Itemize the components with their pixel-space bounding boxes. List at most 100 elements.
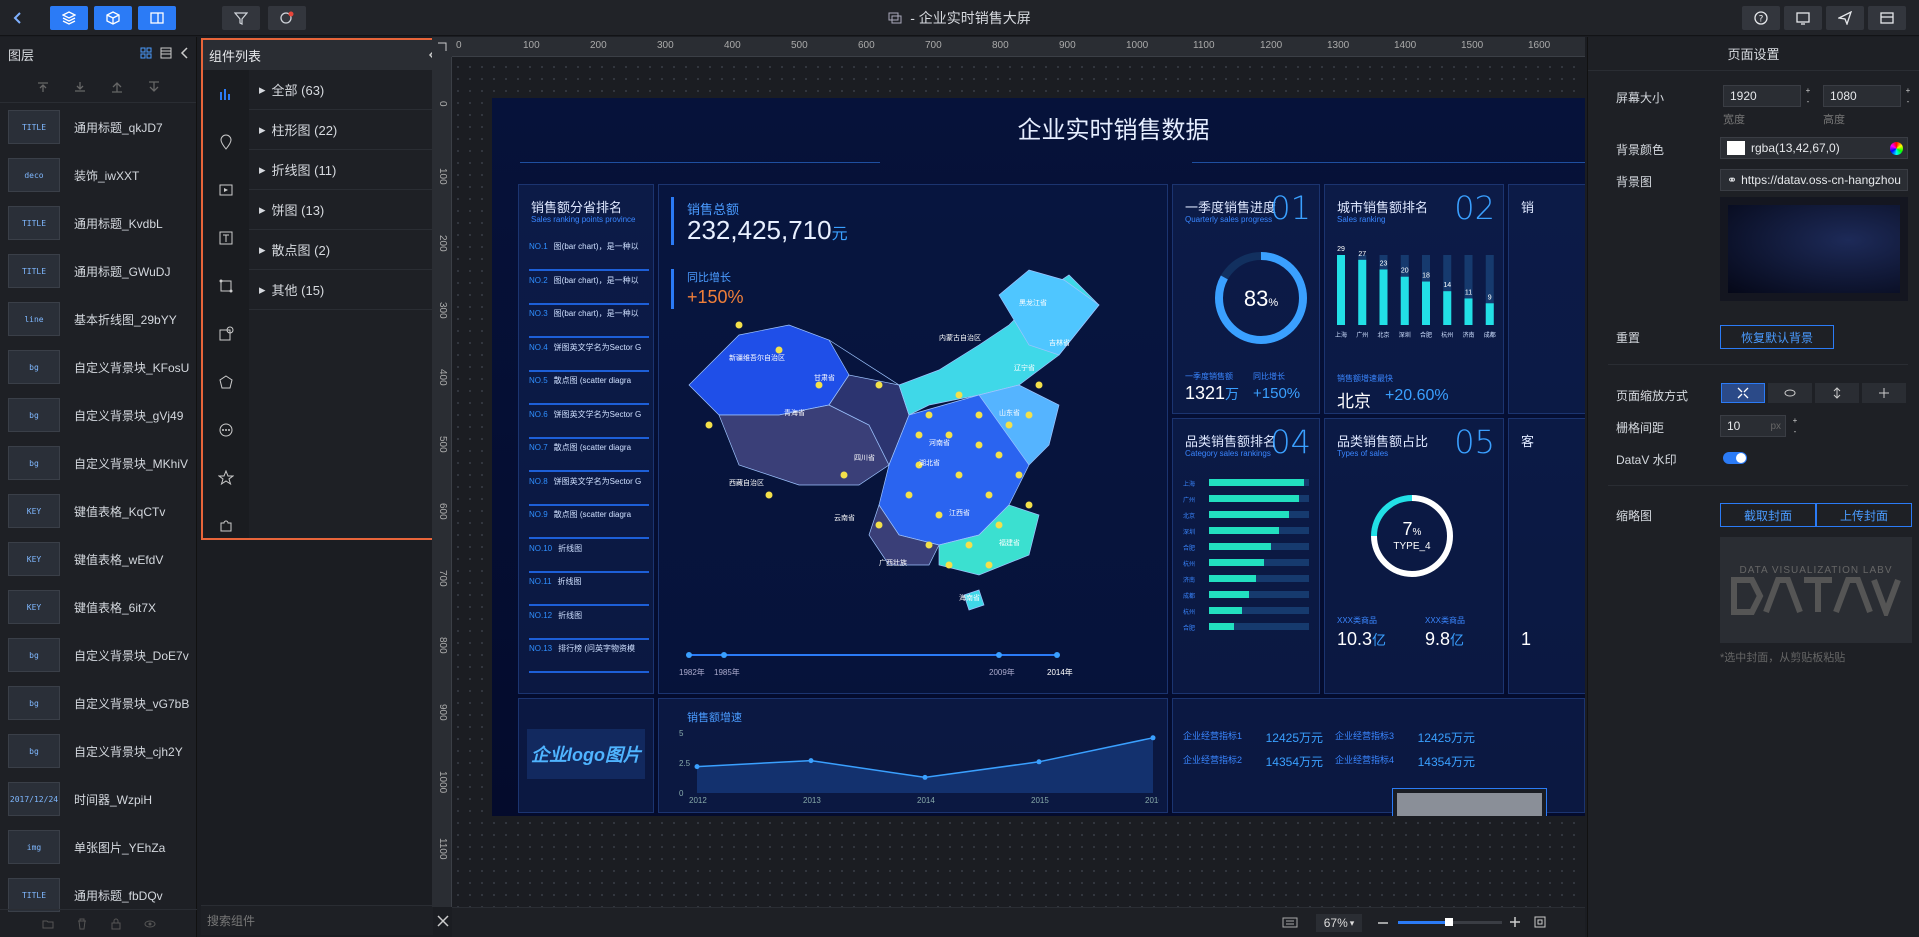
list-view-icon[interactable] — [160, 47, 172, 59]
eye-icon[interactable] — [144, 918, 156, 930]
lock-icon[interactable] — [110, 918, 122, 930]
favorite-type-icon[interactable] — [203, 454, 249, 502]
scale-stretch-icon[interactable] — [1862, 383, 1906, 403]
width-stepper[interactable]: + - — [1801, 85, 1815, 107]
collapse-icon[interactable] — [180, 47, 190, 59]
reset-bg-button[interactable]: 恢复默认背景 — [1720, 325, 1834, 349]
zoom-slider[interactable] — [1398, 918, 1502, 926]
zoom-select[interactable]: 67% ▾ — [1316, 914, 1362, 932]
move-down-icon[interactable] — [147, 80, 161, 93]
zoom-out-icon[interactable] — [1378, 921, 1388, 925]
panel-number-01: 01 — [1270, 189, 1311, 227]
close-icon[interactable] — [437, 915, 449, 927]
bg-color-input[interactable]: rgba(13,42,67,0) — [1720, 137, 1908, 159]
zoom-handle[interactable] — [1444, 918, 1453, 926]
bar-chart-type-icon[interactable] — [203, 70, 249, 118]
vertical-ruler[interactable]: 0 100 200 300 400 500 600 700 800 900 1000 1100 — [432, 37, 452, 907]
component-search[interactable]: 搜索组件 — [201, 905, 449, 935]
zoom-in-icon[interactable] — [1510, 917, 1520, 927]
minimap[interactable] — [1392, 788, 1547, 816]
china-map[interactable]: 新疆维吾尔自治区西藏自治区 青海省 甘肃省 内蒙古自治区 黑龙江省吉林省辽宁省四川省云南… — [679, 265, 1159, 645]
upload-cover-button[interactable]: 上传封面 — [1816, 503, 1912, 527]
capture-cover-button[interactable]: 截取封面 — [1720, 503, 1816, 527]
layer-item[interactable]: bg 自定义背景块_MKhiV — [0, 439, 196, 487]
layer-item[interactable]: TITLE 通用标题_qkJD7 — [0, 103, 196, 151]
category-item[interactable]: ▸ 折线图 (11) — [249, 150, 448, 190]
grid-spacing-input[interactable]: 10 px — [1720, 415, 1786, 437]
scale-width-icon[interactable] — [1768, 383, 1812, 403]
material-type-icon[interactable] — [203, 310, 249, 358]
category-item[interactable]: ▸ 散点图 (2) — [249, 230, 448, 270]
network-type-icon[interactable] — [203, 262, 249, 310]
layer-item[interactable]: KEY 键值表格_KqCTv — [0, 487, 196, 535]
screen-icon[interactable] — [1868, 6, 1906, 30]
interaction-type-icon[interactable] — [203, 358, 249, 406]
grid-stepper[interactable]: + - — [1788, 415, 1802, 437]
layer-item[interactable]: line 基本折线图_29bYY — [0, 295, 196, 343]
layer-item[interactable]: KEY 键值表格_6it7X — [0, 583, 196, 631]
grid-view-icon[interactable] — [140, 47, 152, 59]
layer-label: 自定义背景块_cjh2Y — [74, 744, 183, 759]
thumbnail-caption: DATA VISUALIZATION LABV — [1739, 564, 1893, 576]
more-type-icon[interactable] — [203, 406, 249, 454]
layer-item[interactable]: bg 自定义背景块_KFosU — [0, 343, 196, 391]
scale-height-icon[interactable] — [1815, 383, 1859, 403]
dashboard-screen[interactable]: 企业实时销售数据 销售额分省排名 Sales ranking points pr… — [492, 98, 1585, 816]
width-input[interactable]: 1920 — [1723, 85, 1801, 107]
layer-item[interactable]: bg 自定义背景块_gVj49 — [0, 391, 196, 439]
move-up-icon[interactable] — [110, 81, 124, 93]
category-item[interactable]: ▸ 全部 (63) — [249, 70, 448, 110]
cube-icon[interactable] — [94, 6, 132, 30]
color-picker-icon[interactable] — [1890, 142, 1903, 155]
expand-arrow-icon: ▸ — [259, 81, 266, 97]
fit-screen-icon[interactable] — [1534, 916, 1546, 928]
height-input[interactable]: 1080 — [1823, 85, 1901, 107]
horizontal-ruler[interactable]: 0 100 200 300 400 500 600 700 800 900 1000 1100 1200… — [452, 37, 1585, 57]
svg-text:?: ? — [1759, 15, 1764, 25]
media-type-icon[interactable] — [203, 166, 249, 214]
move-top-icon[interactable] — [36, 81, 50, 93]
delete-icon[interactable] — [76, 918, 88, 930]
map-point — [765, 491, 773, 499]
map-type-icon[interactable] — [203, 118, 249, 166]
text-type-icon[interactable] — [203, 214, 249, 262]
panel-number-02: 02 — [1454, 189, 1495, 227]
layer-item[interactable]: TITLE 通用标题_KvdbL — [0, 199, 196, 247]
category-bar — [1209, 623, 1234, 630]
timeline-slider[interactable]: 1982年 1985年 2009年 2014年 — [679, 645, 1159, 685]
layer-item[interactable]: KEY 键值表格_wEfdV — [0, 535, 196, 583]
layer-item[interactable]: bg 自定义背景块_vG7bB — [0, 679, 196, 727]
rank-no: NO.4 — [529, 342, 548, 352]
layer-item[interactable]: 2017/12/24 时间器_WzpiH — [0, 775, 196, 823]
filter-icon[interactable] — [222, 6, 260, 30]
category-item[interactable]: ▸ 饼图 (13) — [249, 190, 448, 230]
ruler-tick-label: 900 — [1059, 40, 1076, 51]
layer-item[interactable]: bg 自定义背景块_cjh2Y — [0, 727, 196, 775]
rank-no: NO.5 — [529, 376, 548, 385]
height-stepper[interactable]: + - — [1901, 85, 1915, 107]
plugin-type-icon[interactable] — [203, 502, 249, 550]
layer-item[interactable]: bg 自定义背景块_DoE7v — [0, 631, 196, 679]
category-item[interactable]: ▸ 柱形图 (22) — [249, 110, 448, 150]
bg-image-input[interactable]: ⚭ https://datav.oss-cn-hangzhou — [1720, 169, 1908, 191]
scale-fit-icon[interactable] — [1721, 383, 1765, 403]
category-item[interactable]: ▸ 其他 (15) — [249, 270, 448, 310]
publish-icon[interactable] — [1826, 6, 1864, 30]
layers-toggle-icon[interactable] — [50, 6, 88, 30]
bg-image-preview[interactable] — [1720, 197, 1908, 301]
layer-item[interactable]: TITLE 通用标题_GWuDJ — [0, 247, 196, 295]
folder-icon[interactable] — [42, 918, 54, 930]
watermark-toggle[interactable] — [1723, 452, 1747, 464]
layer-item[interactable]: img 单张图片_YEhZa — [0, 823, 196, 871]
category-share-subtitle: Types of sales — [1337, 449, 1389, 458]
ruler-corner-icon[interactable] — [432, 37, 452, 57]
thumbnail-preview[interactable]: DATA VISUALIZATION LABV — [1720, 537, 1912, 643]
move-bottom-icon[interactable] — [73, 81, 87, 93]
panel-icon[interactable] — [138, 6, 176, 30]
refresh-icon[interactable] — [268, 6, 306, 30]
keyboard-icon[interactable] — [1282, 917, 1298, 929]
layer-item[interactable]: deco 装饰_iwXXT — [0, 151, 196, 199]
back-icon[interactable] — [6, 6, 30, 30]
preview-icon[interactable] — [1784, 6, 1822, 30]
help-icon[interactable]: ? — [1742, 6, 1780, 30]
